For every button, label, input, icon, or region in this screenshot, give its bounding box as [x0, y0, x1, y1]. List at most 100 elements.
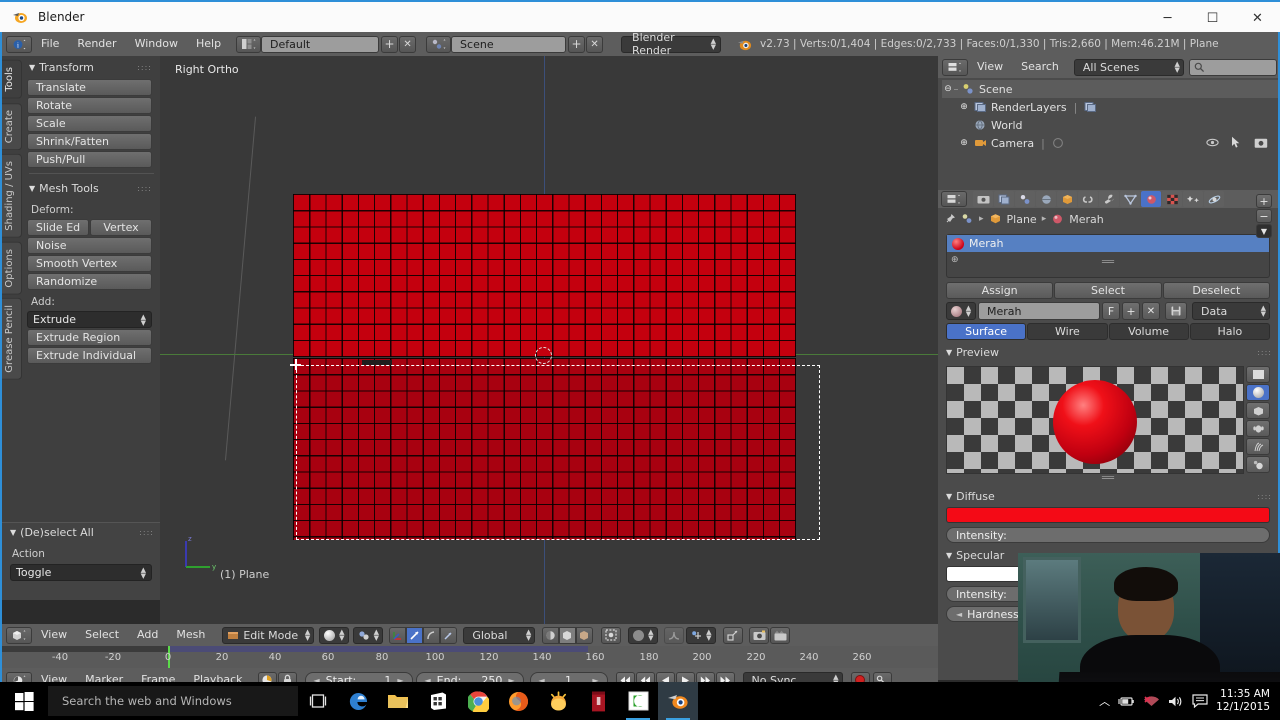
tool-scale[interactable]: Scale: [27, 115, 152, 132]
task-view-icon[interactable]: [298, 682, 338, 720]
tab-grease-pencil[interactable]: Grease Pencil: [2, 298, 22, 380]
tool-randomize[interactable]: Randomize: [27, 273, 152, 290]
add-material-slot-button[interactable]: +: [1256, 194, 1272, 208]
viewport-shading-dropdown[interactable]: ▲ ▼: [319, 626, 350, 644]
taskbar-clock[interactable]: 11:35 AM 12/1/2015: [1216, 688, 1274, 714]
add-screen-button[interactable]: +: [381, 35, 399, 53]
object-cube-icon[interactable]: [989, 213, 1002, 225]
render-engine-dropdown[interactable]: Blender Render ▲ ▼: [621, 31, 722, 57]
volume-icon[interactable]: [1168, 695, 1184, 708]
pin-icon[interactable]: [944, 213, 956, 225]
fake-user-button[interactable]: F: [1102, 302, 1120, 320]
tab-wire[interactable]: Wire: [1027, 323, 1108, 340]
taskbar-app-firefox[interactable]: [498, 682, 538, 720]
preview-sphere-sky-icon[interactable]: [1246, 456, 1270, 473]
collapse-icon[interactable]: ⊖: [942, 84, 954, 94]
tab-render-layers[interactable]: [994, 191, 1014, 207]
pivot-point-dropdown[interactable]: ▲ ▼: [353, 626, 384, 644]
preview-sphere-icon[interactable]: [1246, 384, 1270, 401]
remove-material-slot-button[interactable]: −: [1256, 209, 1272, 223]
screen-layout-icon[interactable]: [236, 35, 262, 53]
renderlayers-icon[interactable]: [1084, 101, 1097, 113]
tab-tools[interactable]: Tools: [2, 60, 22, 99]
panel-header-mesh-tools[interactable]: ▼ Mesh Tools ::::: [25, 179, 158, 199]
deselect-button[interactable]: Deselect: [1162, 282, 1270, 299]
scene-field[interactable]: Scene: [451, 35, 567, 53]
mesh-plane-upper[interactable]: [293, 194, 796, 357]
screen-layout-field[interactable]: Default: [261, 35, 380, 53]
operator-panel-header[interactable]: ▼ (De)select All ::::: [2, 523, 160, 543]
viewport-menu-add[interactable]: Add: [128, 624, 167, 646]
menu-help[interactable]: Help: [187, 33, 230, 55]
tab-shading-uvs[interactable]: Shading / UVs: [2, 153, 22, 238]
panel-header-transform[interactable]: ▼ Transform ::::: [25, 58, 158, 78]
preview-monkey-icon[interactable]: [1246, 420, 1270, 437]
menu-render[interactable]: Render: [68, 33, 125, 55]
show-hidden-icon[interactable]: ︿: [1099, 693, 1110, 709]
close-button[interactable]: ✕: [1235, 2, 1280, 34]
tab-options[interactable]: Options: [2, 241, 22, 295]
windows-start-icon[interactable]: [0, 682, 48, 720]
manipulator-icon[interactable]: [723, 626, 744, 644]
tab-object[interactable]: [1057, 191, 1077, 207]
viewport-menu-mesh[interactable]: Mesh: [167, 624, 214, 646]
slot-specials-button[interactable]: ▼: [1256, 224, 1272, 238]
preview-hair-icon[interactable]: [1246, 438, 1270, 455]
outliner-menu-view[interactable]: View: [968, 56, 1012, 78]
tab-texture[interactable]: [1162, 191, 1182, 207]
scene-icon[interactable]: [426, 35, 452, 53]
occlude-geometry-icon[interactable]: [559, 626, 577, 644]
preview-resize-grip[interactable]: ══: [938, 473, 1278, 484]
transform-orientation-dropdown[interactable]: Global ▲ ▼: [463, 626, 536, 644]
select-button[interactable]: Select: [1054, 282, 1162, 299]
snap-magnet-icon[interactable]: [601, 626, 622, 644]
diffuse-panel-header[interactable]: ▼ Diffuse ::::: [938, 484, 1278, 506]
camera-data-icon[interactable]: [1052, 137, 1065, 149]
tab-volume[interactable]: Volume: [1108, 323, 1189, 340]
material-link-dropdown[interactable]: Data ▲ ▼: [1192, 302, 1270, 320]
taskbar-app-sunset[interactable]: [538, 682, 578, 720]
network-icon[interactable]: [1143, 695, 1160, 708]
minimize-button[interactable]: ─: [1145, 2, 1190, 34]
restrict-view-icon[interactable]: [1206, 137, 1219, 148]
outliner-search-input[interactable]: [1188, 58, 1277, 76]
proportional-edit-dropdown[interactable]: ▲ ▼: [628, 626, 659, 644]
taskbar-app-file-explorer[interactable]: [378, 682, 418, 720]
outliner-row-renderlayers[interactable]: ⊕ RenderLayers |: [942, 98, 1278, 116]
preview-panel-header[interactable]: ▼ Preview ::::: [938, 340, 1278, 362]
new-material-button[interactable]: +: [1122, 302, 1140, 320]
shading-mode-icon[interactable]: [440, 626, 458, 644]
info-editor-icon[interactable]: i: [6, 35, 32, 53]
material-name-input[interactable]: Merah: [978, 302, 1100, 320]
diffuse-intensity-slider[interactable]: Intensity:: [946, 527, 1270, 543]
timeline-ruler[interactable]: -40 -20 0 20 40 60 80 100 120 140 160 18…: [2, 646, 938, 668]
3d-view-editor-icon[interactable]: [6, 626, 32, 644]
taskbar-app-camtasia[interactable]: [618, 682, 658, 720]
diffuse-color-swatch[interactable]: [946, 507, 1270, 523]
tool-slide-edge[interactable]: Slide Ed: [27, 219, 89, 236]
tool-noise[interactable]: Noise: [27, 237, 152, 254]
add-scene-button[interactable]: +: [568, 35, 586, 53]
list-resize-grip[interactable]: ══: [1102, 257, 1114, 268]
falloff-smooth-icon[interactable]: [664, 626, 685, 644]
tab-modifiers[interactable]: [1099, 191, 1119, 207]
tab-create[interactable]: Create: [2, 102, 22, 150]
taskbar-app-blender[interactable]: [658, 682, 698, 720]
tab-physics[interactable]: [1204, 191, 1224, 207]
limit-selection-icon[interactable]: [542, 626, 560, 644]
battery-icon[interactable]: [1118, 695, 1135, 708]
tab-material[interactable]: [1141, 191, 1161, 207]
taskbar-app-chrome[interactable]: [458, 682, 498, 720]
material-preview[interactable]: [946, 366, 1270, 474]
expand-icon[interactable]: ⊕: [958, 138, 970, 148]
tool-rotate[interactable]: Rotate: [27, 97, 152, 114]
outliner-menu-search[interactable]: Search: [1012, 56, 1068, 78]
tool-extrude-region[interactable]: Extrude Region: [27, 329, 152, 346]
tool-push-pull[interactable]: Push/Pull: [27, 151, 152, 168]
taskbar-search-input[interactable]: Search the web and Windows: [48, 686, 298, 716]
operator-action-dropdown[interactable]: Toggle ▲ ▼: [10, 564, 152, 581]
breadcrumb-object[interactable]: Plane: [1007, 213, 1037, 226]
material-browse-icon[interactable]: ▲ ▼: [946, 302, 976, 320]
delete-screen-button[interactable]: ✕: [399, 35, 417, 53]
face-select-icon[interactable]: [423, 626, 441, 644]
